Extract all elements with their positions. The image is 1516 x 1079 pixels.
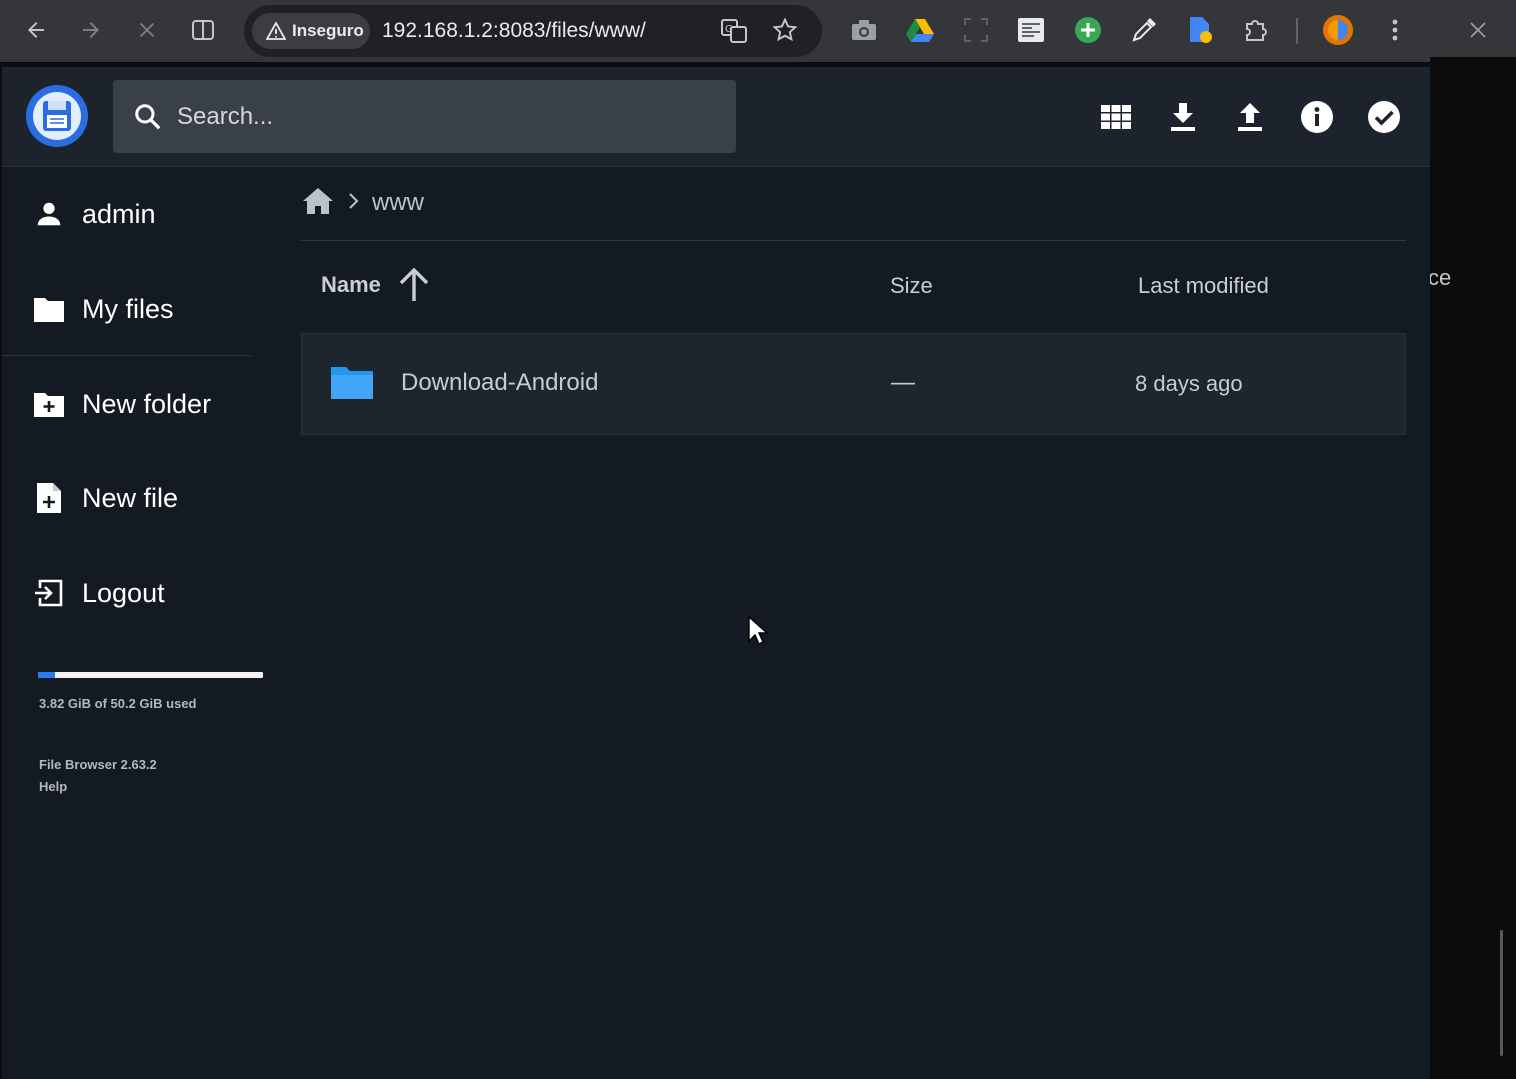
background-window bbox=[1430, 57, 1516, 1079]
extensions-puzzle-icon[interactable] bbox=[1240, 14, 1272, 46]
forward-icon[interactable] bbox=[75, 14, 107, 46]
search-icon bbox=[135, 103, 161, 129]
sidebar-item-new-folder[interactable]: New folder bbox=[32, 384, 211, 424]
select-icon bbox=[1368, 101, 1400, 133]
sort-ascending-icon[interactable] bbox=[397, 267, 431, 303]
sidebar-item-label: Logout bbox=[82, 577, 165, 608]
user-icon bbox=[32, 197, 66, 231]
floppy-logo-icon bbox=[33, 92, 81, 140]
split-view-icon[interactable] bbox=[187, 14, 219, 46]
mouse-cursor-icon bbox=[748, 615, 769, 651]
folder-icon bbox=[32, 292, 66, 326]
help-link[interactable]: Help bbox=[39, 779, 67, 794]
app-header bbox=[2, 67, 1430, 167]
browser-toolbar: Inseguro 192.168.1.2:8083/files/www/ G bbox=[0, 0, 1516, 62]
security-chip[interactable]: Inseguro bbox=[252, 13, 370, 49]
breadcrumb-divider bbox=[301, 240, 1406, 241]
security-label: Inseguro bbox=[292, 21, 364, 40]
stop-icon[interactable] bbox=[131, 14, 163, 46]
logout-icon bbox=[32, 576, 66, 610]
column-header-size[interactable]: Size bbox=[890, 273, 933, 299]
window-close-icon[interactable] bbox=[1462, 14, 1494, 46]
file-browser-app: admin My files New folder New file Logou… bbox=[2, 67, 1430, 1079]
breadcrumb-current[interactable]: www bbox=[372, 189, 424, 217]
info-icon bbox=[1301, 101, 1333, 133]
download-button[interactable] bbox=[1161, 95, 1205, 139]
storage-usage-bar bbox=[38, 672, 263, 678]
sidebar-item-label: My files bbox=[82, 293, 174, 324]
file-size: — bbox=[891, 369, 915, 396]
column-header-name-label: Name bbox=[321, 272, 381, 297]
profile-avatar-icon[interactable] bbox=[1322, 14, 1354, 46]
sidebar-item-my-files[interactable]: My files bbox=[32, 289, 174, 329]
folder-icon bbox=[330, 364, 374, 405]
column-header-name[interactable]: Name bbox=[321, 267, 431, 303]
grid-view-icon bbox=[1101, 105, 1131, 129]
breadcrumb: www bbox=[302, 185, 424, 221]
reader-extension-icon[interactable] bbox=[1015, 14, 1047, 46]
version-text: File Browser 2.63.2 bbox=[39, 757, 157, 772]
upload-button[interactable] bbox=[1228, 95, 1272, 139]
url-text[interactable]: 192.168.1.2:8083/files/www/ bbox=[382, 19, 646, 43]
sidebar-item-logout[interactable]: Logout bbox=[32, 573, 165, 613]
eyedropper-extension-icon[interactable] bbox=[1128, 14, 1160, 46]
browser-menu-icon[interactable] bbox=[1379, 14, 1411, 46]
download-icon bbox=[1171, 103, 1195, 131]
translate-icon[interactable]: G bbox=[720, 17, 748, 45]
bookmark-star-icon[interactable] bbox=[772, 17, 800, 45]
search-box[interactable] bbox=[113, 80, 736, 153]
select-button[interactable] bbox=[1362, 95, 1406, 139]
info-button[interactable] bbox=[1295, 95, 1339, 139]
warning-icon bbox=[266, 22, 286, 40]
file-modified: 8 days ago bbox=[1135, 371, 1243, 396]
upload-icon bbox=[1238, 103, 1262, 131]
sidebar-item-new-file[interactable]: New file bbox=[32, 478, 178, 518]
sidebar-item-label: New folder bbox=[82, 388, 212, 419]
toolbar-divider bbox=[1296, 18, 1298, 44]
address-bar[interactable]: Inseguro 192.168.1.2:8083/files/www/ G bbox=[244, 5, 822, 57]
storage-usage-text: 3.82 GiB of 50.2 GiB used bbox=[39, 696, 197, 711]
search-input[interactable] bbox=[177, 102, 697, 131]
sidebar-item-user[interactable]: admin bbox=[32, 194, 156, 234]
camera-extension-icon[interactable] bbox=[848, 14, 880, 46]
background-scrollbar bbox=[1500, 930, 1503, 1056]
file-extension-icon[interactable] bbox=[1184, 14, 1216, 46]
file-name: Download-Android bbox=[401, 369, 599, 396]
sidebar-item-label: New file bbox=[82, 482, 179, 513]
sidebar-divider bbox=[2, 355, 251, 356]
drive-extension-icon[interactable] bbox=[904, 14, 936, 46]
home-icon[interactable] bbox=[302, 187, 334, 220]
grid-view-button[interactable] bbox=[1094, 95, 1138, 139]
chevron-right-icon bbox=[348, 192, 360, 215]
screenshot-extension-icon[interactable] bbox=[960, 14, 992, 46]
table-row[interactable]: Download-Android — 8 days ago bbox=[301, 333, 1406, 435]
storage-usage-fill bbox=[38, 672, 56, 678]
new-folder-icon bbox=[32, 387, 66, 421]
column-header-modified[interactable]: Last modified bbox=[1138, 273, 1269, 299]
new-file-icon bbox=[32, 481, 66, 515]
back-icon[interactable] bbox=[20, 14, 52, 46]
add-extension-icon[interactable] bbox=[1072, 14, 1104, 46]
background-window-text: ce bbox=[1428, 265, 1452, 290]
svg-text:G: G bbox=[725, 24, 733, 35]
app-logo[interactable] bbox=[26, 85, 88, 147]
sidebar-item-label: admin bbox=[82, 198, 156, 229]
